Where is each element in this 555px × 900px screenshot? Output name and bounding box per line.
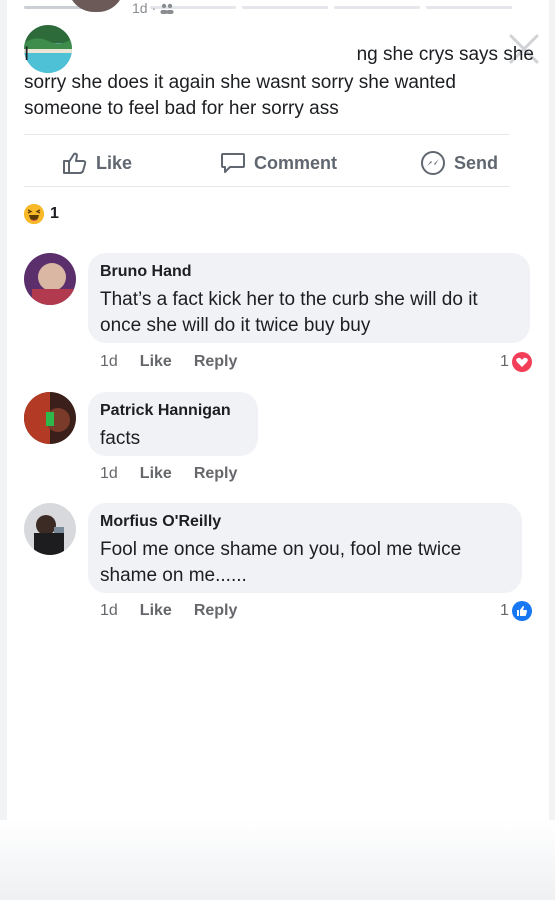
comment-actions: 1d Like Reply [100,353,259,371]
comment-time: 1d [100,602,118,619]
comment-like-button[interactable]: Like [140,353,172,371]
comment-text: facts [100,428,141,449]
commenter-avatar[interactable] [24,253,76,305]
story-bottom-fade [0,820,555,900]
reaction-count: 1 [50,205,59,222]
comment-text: That’s a fact kick her to the curb she w… [100,289,478,336]
comment-reply-button[interactable]: Reply [194,353,238,371]
comment-reply-button[interactable]: Reply [194,465,238,483]
haha-emoji-icon [24,204,44,224]
comment-bubble: Morfius O'Reilly Fool me once shame on y… [88,503,522,593]
divider [24,134,509,135]
progress-segment [426,6,512,9]
post-text-line-2: sorry she does it again she wasnt sorry … [24,72,456,93]
comment-time: 1d [100,353,118,370]
comment-reaction-count: 1 [500,353,509,370]
comment-actions: 1d Like Reply [100,465,259,483]
comment-actions: 1d Like Reply [100,602,259,620]
like-thumb-outline-icon [63,152,87,174]
divider [24,186,509,187]
like-button[interactable]: Like [62,150,132,176]
redacted-area [88,38,350,60]
story-timestamp: 1d · [132,0,161,16]
comment-reaction-count: 1 [500,602,509,619]
story-left-edge [0,0,7,900]
comment-bubble: Bruno Hand That’s a fact kick her to the… [88,253,530,343]
like-label: Like [96,152,133,173]
reaction-summary[interactable]: 1 [24,204,59,224]
comment-time: 1d [100,465,118,482]
progress-segment [334,6,420,9]
comment-reply-button[interactable]: Reply [194,602,238,620]
comment-reaction[interactable]: 1 [500,352,532,372]
commenter-name[interactable]: Bruno Hand [100,263,518,281]
commenter-avatar[interactable] [24,503,76,555]
send-button[interactable]: Send [420,150,498,176]
comment-label: Comment [254,152,338,173]
story-right-edge [549,0,555,900]
send-label: Send [454,152,499,173]
comment-bubble: Patrick Hannigan facts [88,392,258,456]
post-text-line-3: someone to feel bad for her sorry ass [24,98,339,119]
comment-button[interactable]: Comment [220,150,337,176]
comment-like-button[interactable]: Like [140,465,172,483]
story-meta: 1d · [132,0,174,16]
group-icon [160,4,174,15]
story-author-avatar[interactable] [68,0,124,12]
commenter-name[interactable]: Morfius O'Reilly [100,513,510,531]
comment-reaction[interactable]: 1 [500,601,532,621]
post-text-start: I [24,44,30,65]
commenter-name[interactable]: Patrick Hannigan [100,402,246,420]
messenger-icon [421,151,445,175]
love-heart-icon [511,352,532,372]
commenter-avatar[interactable] [24,392,76,444]
comment-bubble-icon [221,153,245,173]
like-thumb-icon [511,601,532,621]
post-text-end: ng she crys says she [356,44,534,65]
progress-segment [242,6,328,9]
comment-like-button[interactable]: Like [140,602,172,620]
comment-text: Fool me once shame on you, fool me twice… [100,539,462,586]
